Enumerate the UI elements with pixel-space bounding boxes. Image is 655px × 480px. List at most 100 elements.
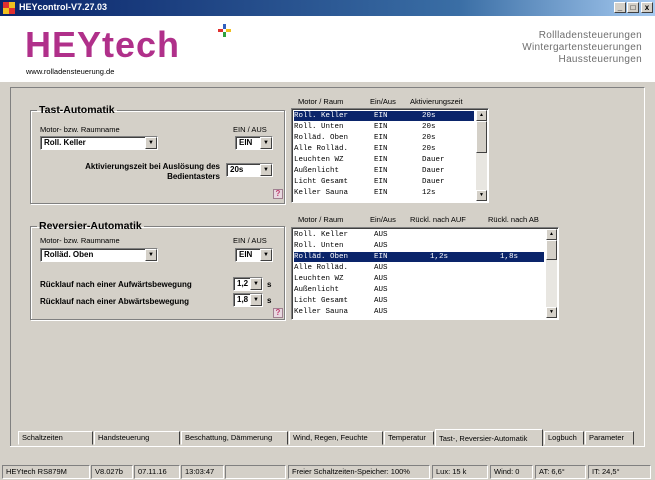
list-row[interactable]: Rolläd. Oben EIN 20s	[294, 133, 474, 143]
chevron-down-icon[interactable]: ▼	[250, 278, 262, 290]
reversier-list[interactable]: ▲ ▼ Roll. Keller AUS Roll. Unten AUS Rolläd.…	[291, 227, 559, 320]
chevron-down-icon[interactable]: ▼	[260, 249, 272, 261]
list-row[interactable]: Rolläd. Oben EIN 1,2s 1,8s	[294, 252, 544, 262]
list-row[interactable]: Außenlicht EIN Dauer	[294, 166, 474, 176]
ruecklauf-auf-select[interactable]: 1,2 ▼	[233, 277, 263, 291]
list-cell: AUS	[374, 297, 388, 305]
list-cell: EIN	[374, 167, 388, 175]
tab[interactable]: Schaltzeiten	[18, 431, 93, 445]
chevron-down-icon[interactable]: ▼	[145, 249, 157, 261]
status-panel: HEYtech RS879M	[2, 465, 90, 479]
minimize-button[interactable]: _	[614, 2, 626, 13]
rev-ein-aus-select[interactable]: EIN ▼	[235, 248, 273, 262]
title-bar: HEYcontrol-V7.27.03 _ □ x	[0, 0, 655, 16]
list-row[interactable]: Leuchten WZ AUS	[294, 274, 544, 284]
list-row[interactable]: Licht Gesamt AUS	[294, 296, 544, 306]
list-cell: EIN	[374, 145, 388, 153]
list-row[interactable]: Leuchten WZ EIN Dauer	[294, 155, 474, 165]
aktivierungszeit-select[interactable]: 20s ▼	[226, 163, 273, 177]
list-cell: 1,8s	[500, 253, 519, 261]
tast-ein-aus-select[interactable]: EIN ▼	[235, 136, 273, 150]
scroll-thumb[interactable]	[476, 121, 487, 153]
scroll-up-icon[interactable]: ▲	[476, 110, 487, 121]
tab[interactable]: Logbuch	[544, 431, 584, 445]
rev-motor-select[interactable]: Rolläd. Oben ▼	[40, 248, 158, 262]
status-panel: Wind: 0	[490, 465, 533, 479]
list-cell: Leuchten WZ	[294, 275, 344, 283]
scroll-down-icon[interactable]: ▼	[546, 307, 557, 318]
tab[interactable]: Tast-, Reversier-Automatik	[435, 429, 543, 446]
list-cell: AUS	[374, 275, 388, 283]
tast-list[interactable]: ▲ ▼ Roll. Keller EIN 20s Roll. Unten EIN 20s R…	[291, 108, 489, 203]
tast-motor-select[interactable]: Roll. Keller ▼	[40, 136, 158, 150]
list-row[interactable]: Außenlicht AUS	[294, 285, 544, 295]
chevron-down-icon[interactable]: ▼	[250, 294, 262, 306]
window-title: HEYcontrol-V7.27.03	[19, 2, 108, 12]
tab[interactable]: Temperatur	[384, 431, 434, 445]
list-row[interactable]: Roll. Keller AUS	[294, 230, 544, 240]
close-button[interactable]: x	[641, 2, 653, 13]
maximize-button[interactable]: □	[627, 2, 639, 13]
tast-automatik-group: Tast-Automatik	[30, 104, 285, 204]
column-header: Aktivierungszeit	[410, 97, 463, 106]
scrollbar[interactable]: ▲ ▼	[546, 229, 557, 318]
group-title: Tast-Automatik	[39, 104, 115, 116]
status-panel	[225, 465, 286, 479]
list-row[interactable]: Roll. Unten EIN 20s	[294, 122, 474, 132]
list-cell: 20s	[422, 123, 436, 131]
scrollbar[interactable]: ▲ ▼	[476, 110, 487, 201]
list-cell: AUS	[374, 308, 388, 316]
status-panel: Freier Schaltzeiten-Speicher: 100%	[288, 465, 430, 479]
ruecklauf-ab-select[interactable]: 1,8 ▼	[233, 293, 263, 307]
list-row[interactable]: Alle Rolläd. EIN 20s	[294, 144, 474, 154]
list-cell: Dauer	[422, 167, 445, 175]
group-title: Reversier-Automatik	[39, 220, 142, 232]
list-cell: EIN	[374, 178, 388, 186]
chevron-down-icon[interactable]: ▼	[260, 164, 272, 176]
scroll-thumb[interactable]	[546, 240, 557, 260]
list-row[interactable]: Licht Gesamt EIN Dauer	[294, 177, 474, 187]
status-panel: V8.027b	[91, 465, 133, 479]
help-icon[interactable]: ?	[273, 308, 283, 318]
list-cell: Roll. Unten	[294, 242, 344, 250]
tab[interactable]: Parameter	[585, 431, 634, 445]
selected-value: 20s	[230, 165, 244, 174]
list-cell: Alle Rolläd.	[294, 145, 349, 153]
list-cell: EIN	[374, 253, 388, 261]
selected-value: EIN	[239, 138, 253, 147]
tab[interactable]: Handsteuerung	[94, 431, 180, 445]
tab[interactable]: Beschattung, Dämmerung	[181, 431, 288, 445]
list-cell: 12s	[422, 189, 436, 197]
list-cell: Roll. Keller	[294, 112, 349, 120]
list-row[interactable]: Keller Sauna AUS	[294, 307, 544, 317]
tagline: Haussteuerungen	[558, 54, 642, 65]
list-cell: AUS	[374, 286, 388, 294]
abwaerts-label: Rücklauf nach einer Abwärtsbewegung	[40, 297, 190, 306]
scroll-down-icon[interactable]: ▼	[476, 190, 487, 201]
tab-divider	[10, 446, 645, 447]
logo: HEYtech	[25, 24, 181, 65]
status-panel: 07.11.16	[134, 465, 180, 479]
status-panel: Lux: 15 k	[432, 465, 488, 479]
list-row[interactable]: Keller Sauna EIN 12s	[294, 188, 474, 198]
aufwaerts-label: Rücklauf nach einer Aufwärtsbewegung	[40, 280, 192, 289]
chevron-down-icon[interactable]: ▼	[260, 137, 272, 149]
scroll-up-icon[interactable]: ▲	[546, 229, 557, 240]
tagline: Wintergartensteuerungen	[522, 42, 642, 53]
column-header: Rückl. nach AB	[488, 215, 539, 224]
list-cell: Alle Rolläd.	[294, 264, 349, 272]
list-row[interactable]: Roll. Keller EIN 20s	[294, 111, 474, 121]
chevron-down-icon[interactable]: ▼	[145, 137, 157, 149]
column-header: Ein/Aus	[370, 97, 396, 106]
motor-label: Motor- bzw. Raumname	[40, 125, 120, 134]
motor-label: Motor- bzw. Raumname	[40, 236, 120, 245]
list-row[interactable]: Roll. Unten AUS	[294, 241, 544, 251]
list-cell: Außenlicht	[294, 167, 340, 175]
tab[interactable]: Wind, Regen, Feuchte	[289, 431, 383, 445]
help-icon[interactable]: ?	[273, 189, 283, 199]
ein-aus-label: EIN / AUS	[233, 236, 267, 245]
list-cell: Roll. Keller	[294, 231, 349, 239]
list-row[interactable]: Alle Rolläd. AUS	[294, 263, 544, 273]
list-cell: Leuchten WZ	[294, 156, 344, 164]
list-cell: Licht Gesamt	[294, 178, 349, 186]
